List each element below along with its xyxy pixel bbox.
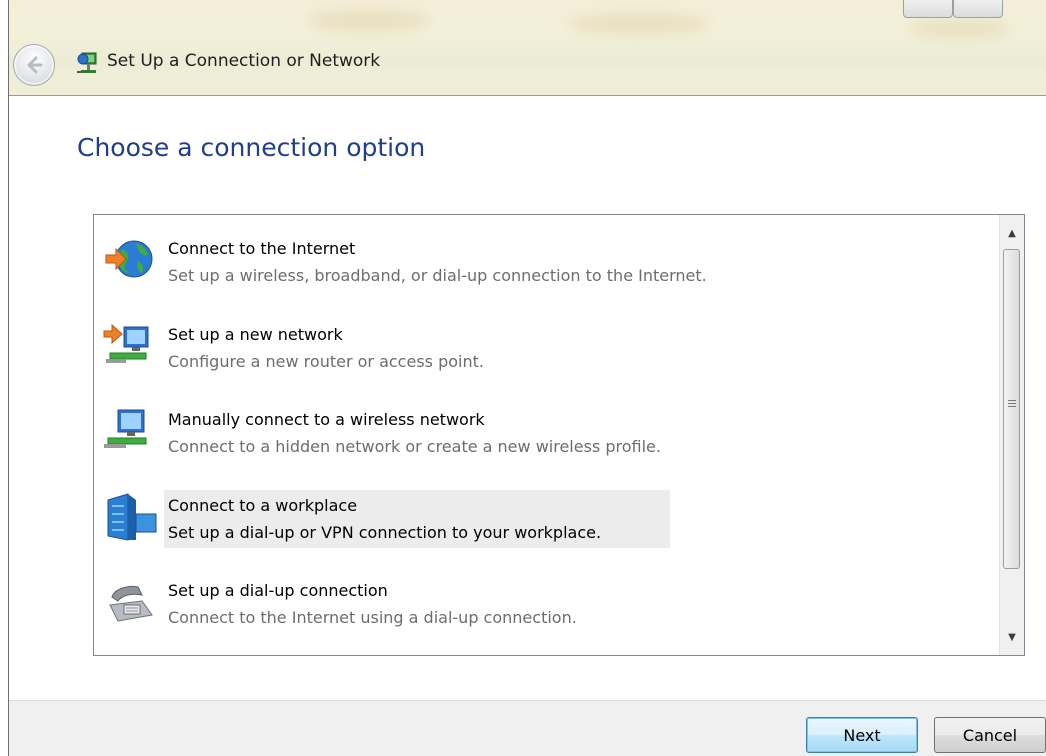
cancel-button[interactable]: Cancel: [934, 717, 1046, 753]
internet-globe-icon: [105, 240, 153, 278]
maximize-button[interactable]: [953, 0, 1003, 18]
scroll-thumb[interactable]: [1003, 249, 1020, 569]
title-bar: Set Up a Connection or Network: [9, 0, 1046, 96]
dialup-phone-icon: [109, 586, 153, 622]
option-description: Configure a new router or access point.: [168, 352, 484, 371]
option-label: Manually connect to a wireless network: [168, 410, 485, 429]
option-label: Set up a dial-up connection: [168, 581, 388, 600]
option-connect-internet[interactable]: Connect to the Internet Set up a wireles…: [98, 233, 978, 293]
minimize-button[interactable]: [903, 0, 953, 18]
option-description: Set up a dial-up or VPN connection to yo…: [168, 523, 602, 542]
scroll-up-arrow-icon[interactable]: ▲: [1000, 221, 1024, 245]
option-description: Connect to the Internet using a dial-up …: [168, 608, 577, 627]
setup-connection-window: Set Up a Connection or Network Choose a …: [8, 0, 1046, 756]
grip-icon: [1008, 400, 1016, 409]
back-arrow-icon: [27, 56, 43, 74]
background-blur: [309, 10, 429, 32]
scroll-down-arrow-icon[interactable]: ▼: [1000, 625, 1024, 649]
option-description: Set up a wireless, broadband, or dial-up…: [168, 266, 707, 285]
option-description: Connect to a hidden network or create a …: [168, 437, 661, 456]
new-network-icon: [103, 323, 149, 363]
background-blur: [909, 20, 1009, 38]
next-button[interactable]: Next: [806, 717, 918, 753]
background-blur: [569, 14, 709, 34]
option-label: Set up a new network: [168, 325, 343, 344]
back-button[interactable]: [13, 44, 55, 86]
option-dialup[interactable]: Set up a dial-up connection Connect to t…: [98, 575, 978, 635]
option-label: Connect to a workplace: [168, 496, 358, 515]
option-label: Connect to the Internet: [168, 239, 356, 258]
option-manual-wireless[interactable]: Manually connect to a wireless network C…: [98, 404, 978, 464]
network-setup-icon: [77, 52, 97, 73]
wireless-network-icon: [104, 409, 147, 448]
connection-options-list[interactable]: Connect to the Internet Set up a wireles…: [93, 214, 1025, 656]
option-new-network[interactable]: Set up a new network Configure a new rou…: [98, 319, 978, 379]
workplace-icon: [107, 493, 157, 541]
window-title: Set Up a Connection or Network: [107, 51, 381, 71]
page-heading: Choose a connection option: [77, 133, 426, 162]
option-connect-workplace[interactable]: Connect to a workplace Set up a dial-up …: [98, 490, 978, 550]
vertical-scrollbar[interactable]: ▲ ▼: [999, 215, 1024, 655]
